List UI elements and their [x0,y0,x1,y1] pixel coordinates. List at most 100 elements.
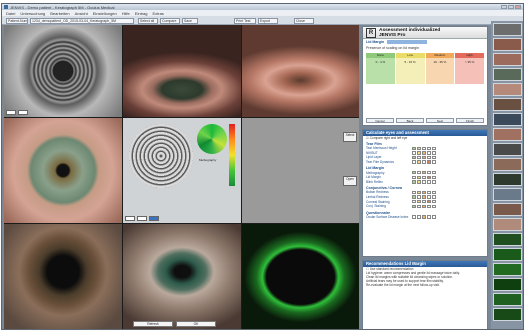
lid-margin-label: Lid Margin [366,40,385,44]
grade-medium[interactable]: Medium 16 - 35 % [425,53,455,85]
pupil-image[interactable] [4,224,122,329]
menu-help[interactable]: Hilfe [122,11,130,16]
app-icon [4,5,8,9]
score-box [427,160,431,164]
thumbnail[interactable] [493,188,522,201]
score-box [422,151,426,155]
open-button[interactable]: Open [343,176,357,186]
grade-none-body: 0 - 4 % [366,58,395,85]
grade-low[interactable]: Low 5 - 15 % [395,53,425,85]
thumbnail[interactable] [493,53,522,66]
score-box [427,151,431,155]
menu-edit[interactable]: Bearbeiten [50,11,69,16]
control-button[interactable] [137,216,147,221]
grade-none[interactable]: None 0 - 4 % [366,53,395,85]
menu-view[interactable]: Ansicht [75,11,88,16]
menu-extras[interactable]: Extras [152,11,163,16]
score-row-label: Meibography [366,170,385,175]
score-box [412,146,416,150]
iris-image[interactable] [4,118,122,223]
back-button[interactable]: Back [396,118,424,123]
thumbnail[interactable] [493,113,522,126]
finish-button[interactable]: Finish [456,118,484,123]
score-box [432,204,436,208]
control-button[interactable] [125,216,135,221]
score-box [417,170,421,175]
grade-high-body: > 35 % [455,58,484,85]
score-box [422,175,426,179]
thumbnail[interactable] [493,68,522,81]
score-box [422,146,426,150]
score-row[interactable]: Ocular Surface Disease Index [363,215,487,220]
maximize-button[interactable] [508,5,514,9]
thumbnail[interactable] [493,233,522,246]
menu-examination[interactable]: Untersuchung [20,11,45,16]
score-box [427,204,431,208]
score-box [412,160,416,164]
export-button[interactable]: Export [258,18,278,24]
menu-file[interactable]: Datei [6,11,15,16]
recommendations-panel: Recommendations Lid Margin ☐ Use standar… [362,260,488,329]
score-row-label: Ocular Surface Disease Index [366,214,409,219]
thumbnail[interactable] [493,263,522,276]
assessment-panel: R Assessment individualized JENVIS Pro L… [362,26,488,126]
select-all-button[interactable]: Select all [138,18,158,24]
thumbnail[interactable] [493,173,522,186]
thumbnail[interactable] [493,203,522,216]
score-box [412,204,416,208]
grade-high[interactable]: High > 35 % [455,53,484,85]
lid-margin-field[interactable] [387,40,428,45]
cancel-button[interactable]: Cancel [366,118,394,123]
thumbnail[interactable] [493,218,522,231]
score-box [417,160,421,164]
score-box [422,180,426,184]
score-box [432,146,436,150]
thumbnail[interactable] [493,98,522,111]
thumbnail[interactable] [493,23,522,36]
placido-ring-image[interactable] [4,25,122,117]
next-button[interactable]: Next [426,118,454,123]
fluorescein-image[interactable] [242,224,359,329]
score-row-label: Corneal Staining [366,199,390,204]
save-button[interactable]: Save [182,18,198,24]
select-button[interactable]: Select [343,132,357,142]
score-box [412,175,416,179]
thumbnail[interactable] [493,128,522,141]
score-box [422,155,426,160]
thumbnail[interactable] [493,158,522,171]
control-button[interactable] [149,216,159,221]
thumbnail[interactable] [493,293,522,306]
control-button[interactable] [18,110,28,115]
menu-settings[interactable]: Einstellungen [93,11,117,16]
ok-button[interactable]: OK [176,321,216,327]
score-row-label: NIKBUT [366,150,378,155]
thumbnail[interactable] [493,248,522,261]
thumbnail[interactable] [493,83,522,96]
map-info-text: Meibography [199,158,217,162]
thumbnail[interactable] [493,143,522,156]
redness-scan-image[interactable] [123,25,241,117]
application-window: JENVIS - Demo patient - Keratograph 5M -… [1,3,524,330]
menu-entry[interactable]: Eintrag [135,11,148,16]
meibography-image[interactable]: Select Open [242,118,359,223]
score-box [417,195,421,199]
print-test-button[interactable]: Print Test [234,18,256,24]
thumbnail[interactable] [493,38,522,51]
exam-selector[interactable]: 1234_demopatient_OD_2015-03-04_Keratogra… [30,18,134,24]
score-box [427,190,431,195]
close-button[interactable] [515,5,521,9]
view-controls [125,216,159,221]
minimize-button[interactable] [501,5,507,9]
control-button[interactable] [6,110,16,115]
lid-margin-image[interactable] [242,25,359,117]
thumbnail[interactable] [493,278,522,291]
patient-field[interactable]: Patient-Nummer [6,18,28,24]
grade-low-body: 5 - 15 % [395,58,425,85]
compare-button[interactable]: Compare [160,18,180,24]
eye-front-image[interactable]: Refresh OK [123,224,241,329]
close-exam-button[interactable]: Close [294,18,314,24]
refresh-button[interactable]: Refresh [133,321,173,327]
topography-view[interactable]: Meibography [123,118,241,223]
score-box [422,195,426,199]
thumbnail[interactable] [493,308,522,321]
